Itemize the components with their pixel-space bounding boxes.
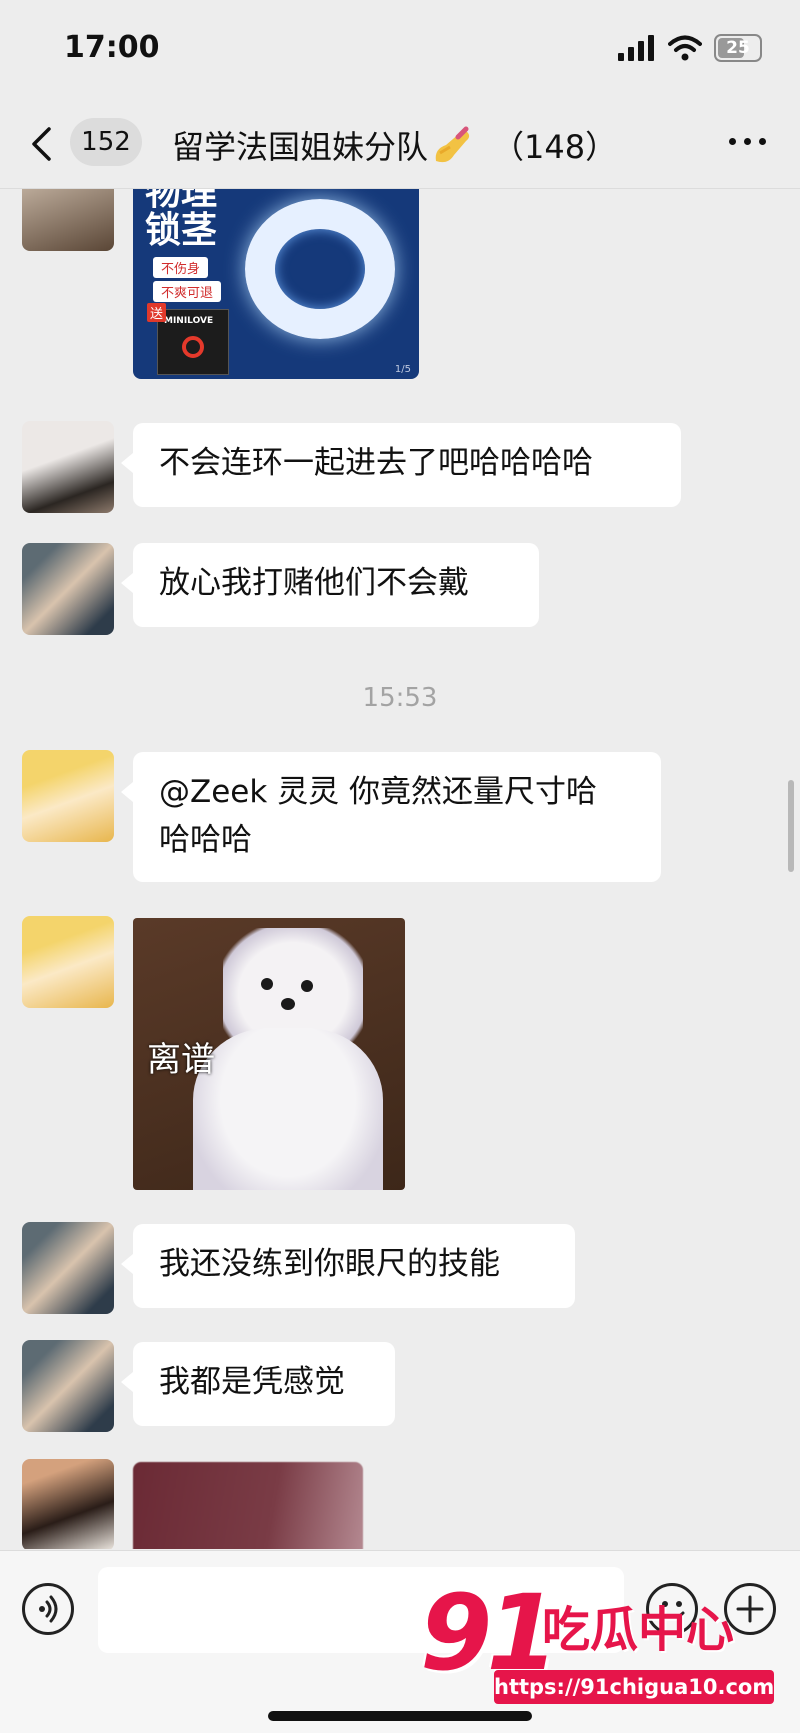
product-title-line2: 锁茎 — [145, 210, 218, 251]
ring-icon — [182, 336, 204, 358]
dog-body — [193, 1028, 383, 1190]
sticker-caption: 离谱 — [147, 1040, 215, 1080]
message-bubble[interactable]: 放心我打赌他们不会戴 — [121, 543, 539, 627]
voice-button[interactable] — [22, 1583, 74, 1635]
battery-icon: 25 — [714, 34, 762, 62]
avatar[interactable] — [22, 1340, 114, 1432]
more-options-button[interactable] — [729, 138, 766, 145]
unread-count-badge[interactable]: 152 — [70, 118, 142, 166]
message-text-line: @Zeek 灵灵 你竟然还量尺寸哈 — [159, 774, 598, 810]
avatar[interactable] — [22, 421, 114, 513]
status-time: 17:00 — [64, 30, 160, 65]
chat-title: 留学法国姐妹分队 （148） — [172, 122, 617, 168]
avatar[interactable] — [22, 543, 114, 635]
message-bubble[interactable]: 不会连环一起进去了吧哈哈哈哈 — [121, 423, 681, 507]
member-count: （148） — [492, 128, 618, 166]
chat-header: 152 留学法国姐妹分队 （148） — [0, 100, 800, 189]
product-tag: 不伤身 — [153, 257, 209, 278]
battery-level: 25 — [726, 38, 750, 58]
message-list[interactable]: 物理 锁茎 不伤身 不爽可退 MINILOVE 送 1/5 不会连环一起进去了吧… — [0, 189, 800, 1549]
product-tag: 不爽可退 — [153, 281, 222, 302]
message-bubble[interactable]: @Zeek 灵灵 你竟然还量尺寸哈 哈哈哈 — [121, 752, 661, 882]
dog-nose — [281, 998, 295, 1010]
scrollbar[interactable] — [788, 780, 794, 872]
product-box: MINILOVE — [157, 309, 229, 375]
dog-eye — [261, 978, 273, 990]
avatar[interactable] — [22, 189, 114, 251]
back-button[interactable] — [30, 122, 70, 166]
voice-icon — [39, 1595, 58, 1623]
avatar[interactable] — [22, 916, 114, 1008]
gift-label: 送 — [147, 303, 167, 322]
sticker-image[interactable]: 离谱 — [133, 918, 405, 1190]
watermark: 91 吃瓜中心 https://91chigua10.com — [420, 1572, 790, 1720]
avatar[interactable] — [22, 750, 114, 842]
status-bar: 17:00 25 — [0, 0, 800, 100]
image-page-indicator: 1/5 — [394, 364, 411, 375]
watermark-name: 吃瓜中心 — [542, 1602, 735, 1658]
avatar[interactable] — [22, 1222, 114, 1314]
wifi-icon — [668, 35, 702, 61]
dog-eye — [301, 980, 313, 992]
product-image-message[interactable]: 物理 锁茎 不伤身 不爽可退 MINILOVE 送 1/5 — [133, 189, 419, 379]
message-timestamp: 15:53 — [362, 683, 438, 713]
status-icons: 25 — [618, 34, 762, 62]
message-text-line: 哈哈哈 — [159, 822, 252, 858]
signal-icon — [618, 35, 654, 61]
product-ring-image — [245, 199, 395, 339]
message-bubble[interactable]: 我都是凭感觉 — [121, 1342, 395, 1426]
group-name: 留学法国姐妹分队 — [172, 128, 429, 166]
watermark-url: https://91chigua10.com — [494, 1670, 774, 1704]
brand-label: MINILOVE — [164, 316, 214, 326]
nail-polish-emoji-icon — [435, 126, 470, 163]
message-bubble[interactable]: 我还没练到你眼尺的技能 — [121, 1224, 575, 1308]
chevron-left-icon — [32, 127, 51, 161]
image-message[interactable] — [133, 1462, 363, 1549]
avatar[interactable] — [22, 1459, 114, 1549]
